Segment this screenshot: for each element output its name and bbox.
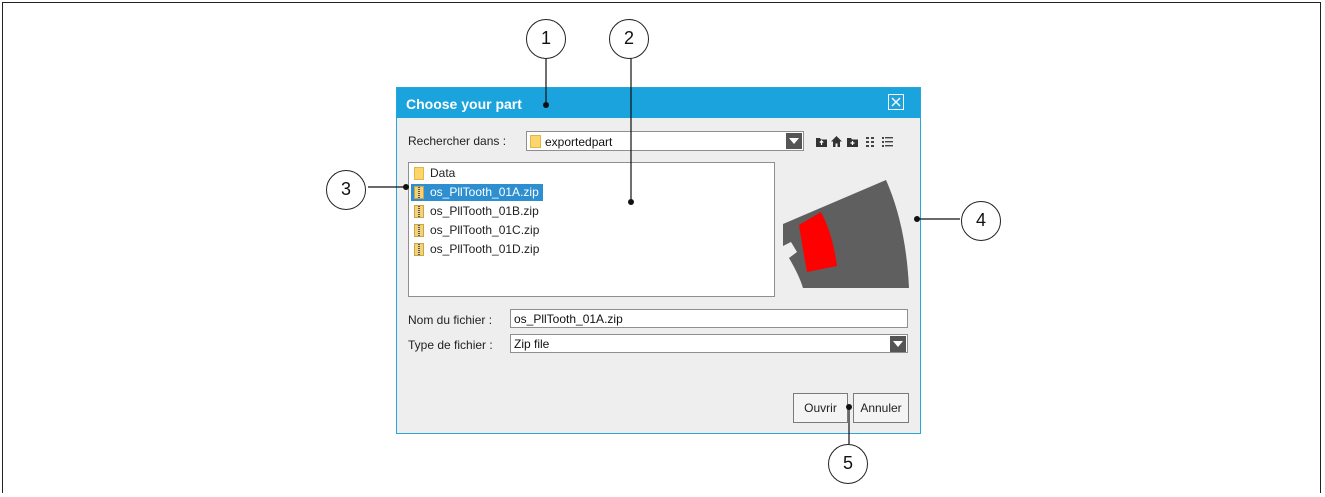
folder-icon [414, 167, 424, 180]
file-list[interactable]: Data os_PllTooth_01A.zip os_PllTooth_01B… [408, 162, 775, 297]
chevron-down-icon[interactable] [890, 336, 906, 352]
details-view-icon[interactable] [881, 135, 894, 148]
list-item-file[interactable]: os_PllTooth_01D.zip [411, 241, 543, 258]
zip-file-icon [414, 224, 424, 237]
look-in-combo[interactable]: exportedpart [526, 131, 804, 151]
list-item-file[interactable]: os_PllTooth_01B.zip [411, 203, 543, 220]
close-icon[interactable] [888, 94, 904, 110]
dialog-title: Choose your part [406, 96, 522, 112]
list-view-icon[interactable] [865, 135, 878, 148]
zip-file-icon [414, 186, 424, 199]
callout-1: 1 [526, 19, 566, 59]
new-folder-icon[interactable] [846, 135, 859, 148]
callout-5: 5 [828, 444, 868, 484]
filetype-select[interactable]: Zip file [510, 334, 908, 353]
chevron-down-icon[interactable] [786, 133, 802, 149]
filename-label: Nom du fichier : [408, 313, 493, 327]
list-item-file[interactable]: os_PllTooth_01C.zip [411, 222, 543, 239]
list-item-file[interactable]: os_PllTooth_01A.zip [411, 184, 543, 201]
open-button[interactable]: Ouvrir [793, 393, 848, 423]
up-folder-icon[interactable] [815, 135, 828, 148]
filename-input[interactable]: os_PllTooth_01A.zip [510, 309, 908, 328]
callout-2: 2 [609, 19, 649, 59]
part-preview [783, 180, 909, 288]
callout-4: 4 [961, 201, 1001, 241]
filetype-value: Zip file [514, 337, 550, 351]
filename-value: os_PllTooth_01A.zip [514, 312, 623, 326]
folder-icon [530, 135, 541, 148]
home-icon[interactable] [830, 135, 843, 148]
callout-3: 3 [326, 170, 366, 210]
cancel-button[interactable]: Annuler [853, 393, 909, 423]
zip-file-icon [414, 243, 424, 256]
file-name: os_PllTooth_01C.zip [430, 223, 540, 237]
zip-file-icon [414, 205, 424, 218]
file-name: os_PllTooth_01A.zip [430, 185, 539, 199]
file-name: Data [430, 166, 456, 180]
file-name: os_PllTooth_01B.zip [430, 204, 539, 218]
file-name: os_PllTooth_01D.zip [430, 242, 540, 256]
filetype-label: Type de fichier : [408, 338, 493, 352]
look-in-value: exportedpart [545, 135, 613, 149]
choose-part-dialog: Choose your part Rechercher dans : expor… [396, 87, 921, 434]
look-in-label: Rechercher dans : [408, 134, 507, 148]
list-item-folder[interactable]: Data [411, 165, 459, 182]
dialog-titlebar: Choose your part [397, 88, 920, 118]
